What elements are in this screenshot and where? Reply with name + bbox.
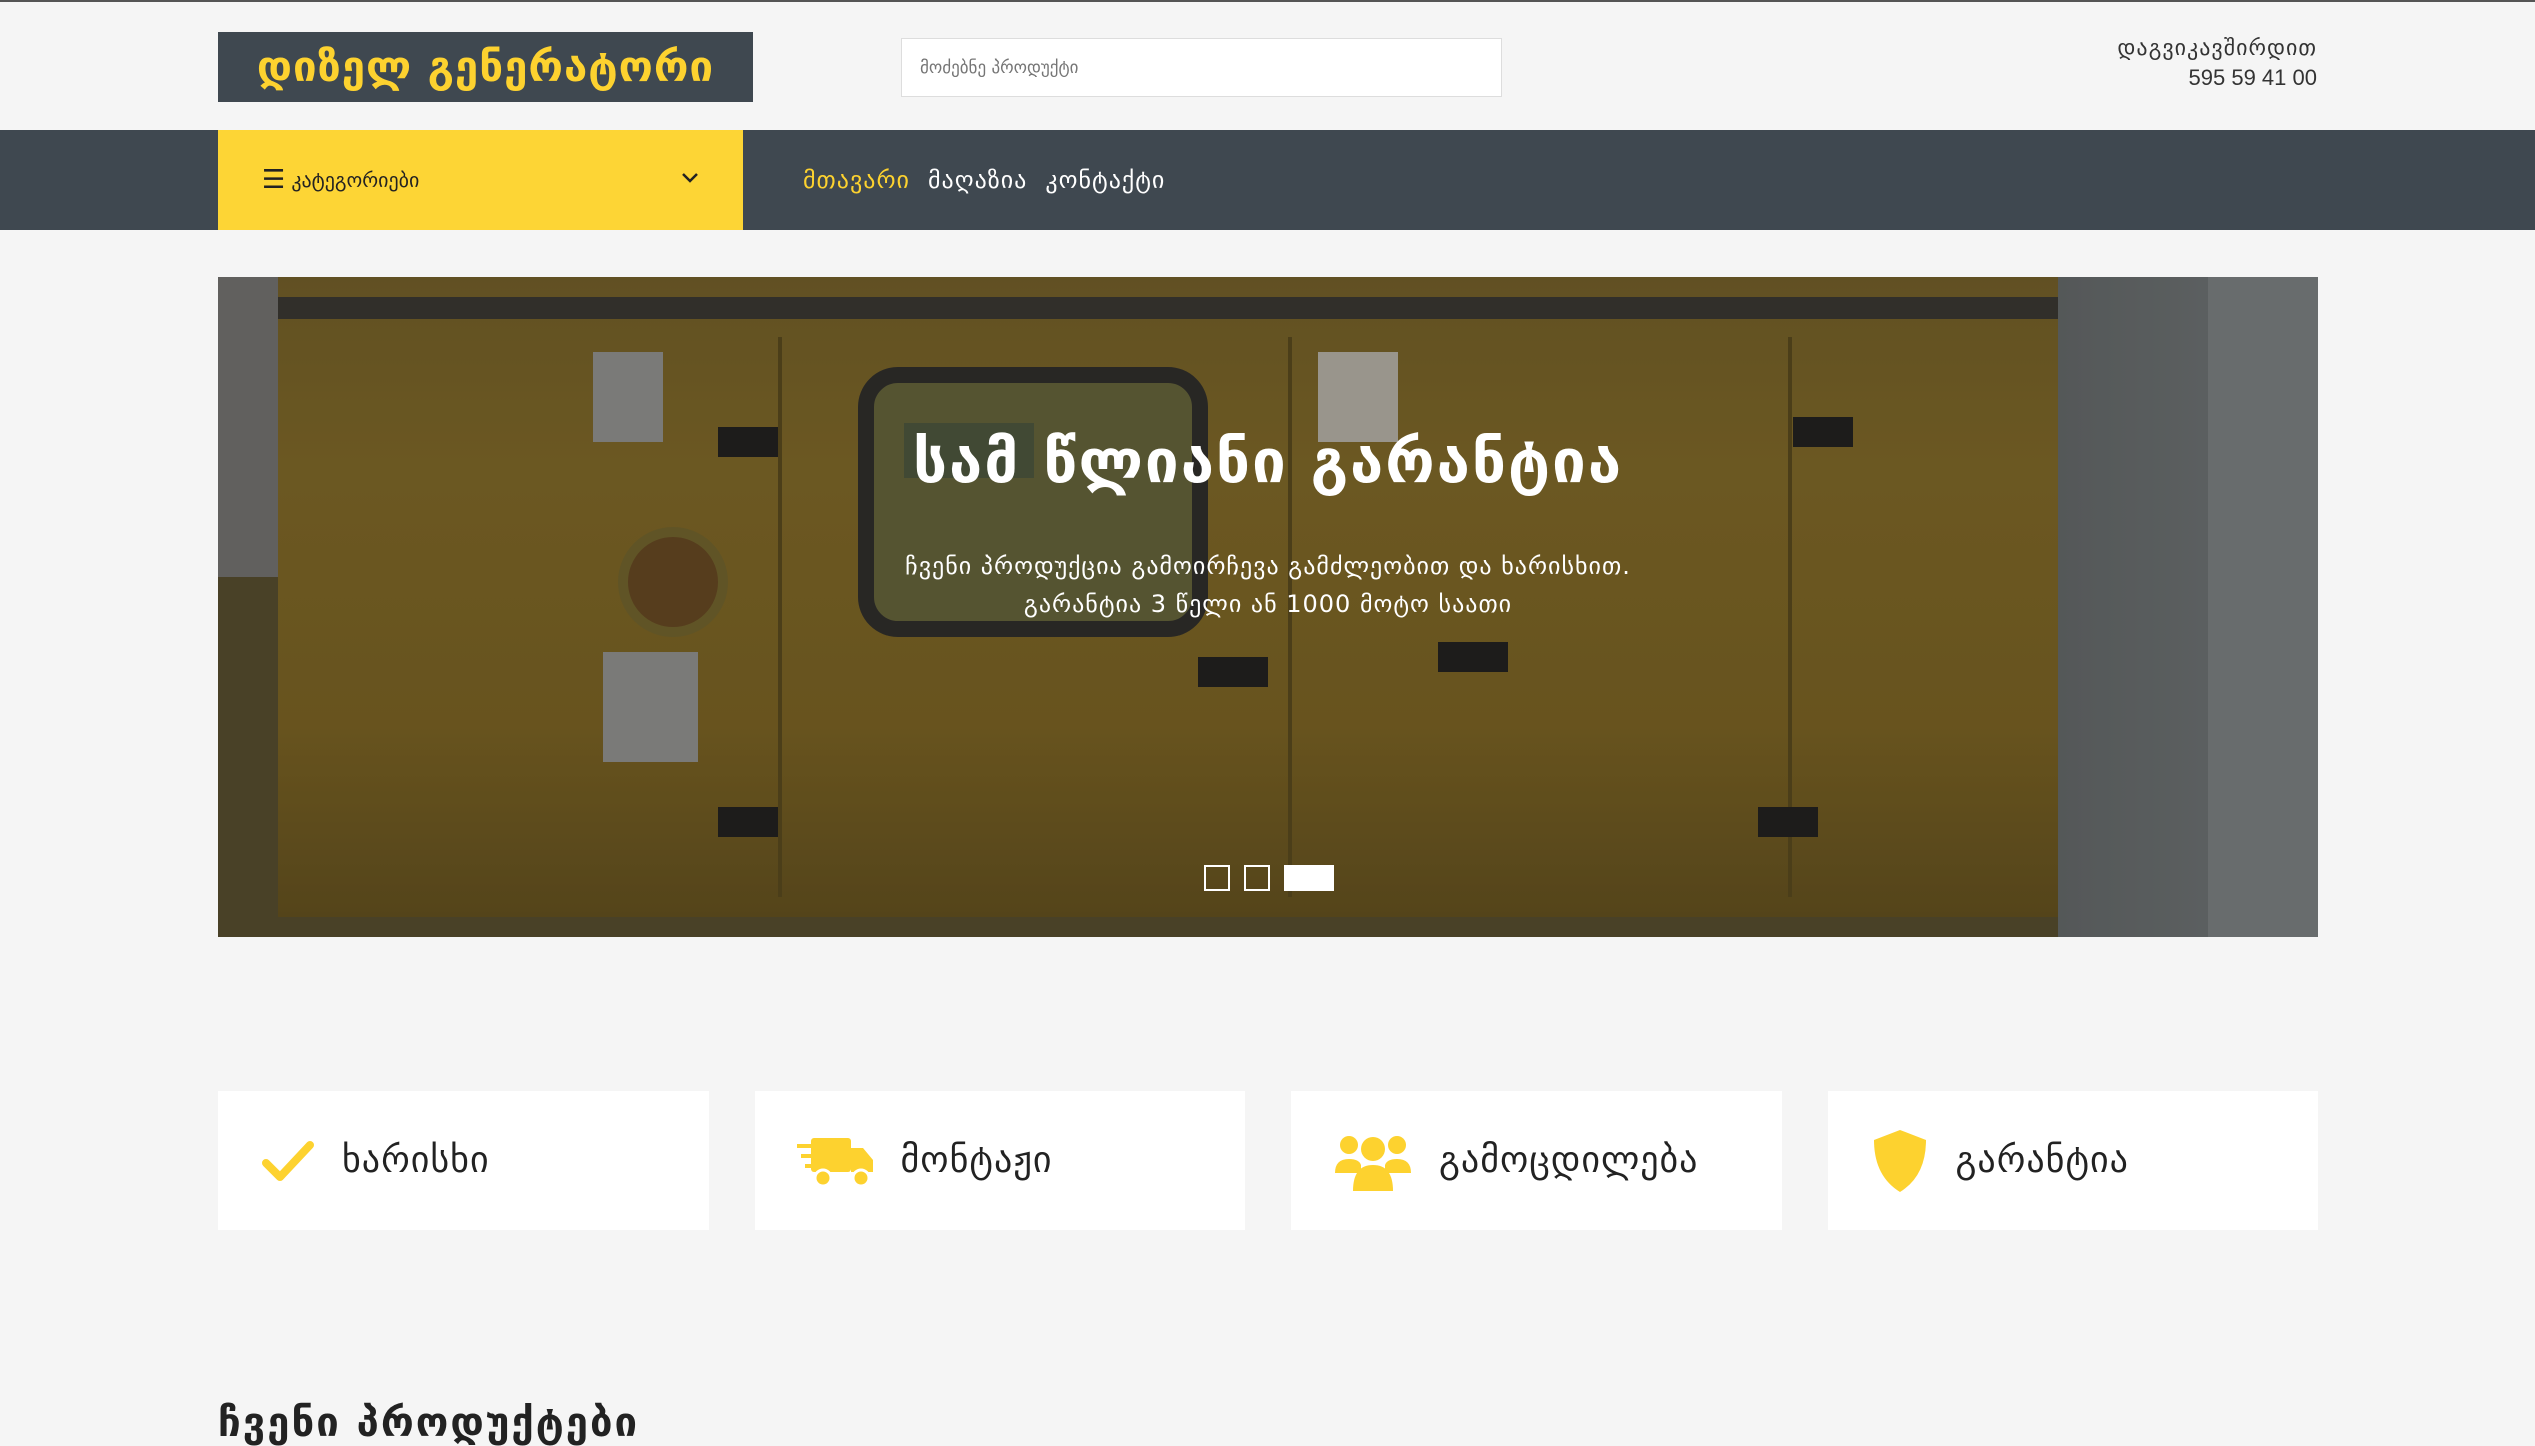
hero-subtitle-line-1: ჩვენი პროდუქცია გამოირჩევა გამძლეობით და…: [905, 552, 1631, 580]
nav-link-shop[interactable]: მაღაზია: [928, 166, 1027, 194]
hero-title: სამ წლიანი გარანტია: [912, 427, 1624, 497]
site-logo[interactable]: დიზელ გენერატორი: [218, 32, 753, 102]
delivery-truck-icon: [796, 1137, 873, 1187]
search-input[interactable]: [901, 38, 1502, 97]
users-group-icon: [1335, 1135, 1411, 1191]
feature-label: მონტაჟი: [900, 1140, 1053, 1181]
categories-dropdown-button[interactable]: ☰ კატეგორიები: [218, 130, 743, 230]
hero-subtitle: ჩვენი პროდუქცია გამოირჩევა გამძლეობით და…: [218, 547, 2318, 623]
main-navbar: ☰ კატეგორიები მთავარი მაღაზია კონტაქტი: [0, 130, 2535, 230]
nav-link-contact[interactable]: კონტაქტი: [1045, 166, 1165, 194]
shield-icon: [1873, 1129, 1926, 1192]
features-row: ხარისხი მონტაჟი გამოცდილება გარანტია: [218, 1091, 2318, 1230]
feature-installation: მონტაჟი: [754, 1091, 1245, 1230]
slider-dot-3[interactable]: [1284, 865, 1334, 891]
chevron-down-icon: [681, 164, 699, 199]
hero-subtitle-line-2: გარანტია 3 წელი ან 1000 მოტო საათი: [1023, 590, 1513, 618]
feature-quality: ხარისხი: [218, 1091, 709, 1230]
feature-label: ხარისხი: [342, 1140, 490, 1181]
hero-slider[interactable]: სამ წლიანი გარანტია ჩვენი პროდუქცია გამო…: [218, 277, 2318, 937]
categories-label: კატეგორიები: [291, 168, 420, 192]
contact-phone[interactable]: 595 59 41 00: [2117, 65, 2317, 91]
slider-dots: [1204, 865, 1334, 891]
feature-experience: გამოცდილება: [1291, 1091, 1782, 1230]
feature-label: გარანტია: [1955, 1140, 2129, 1181]
contact-label: დაგვიკავშირდით: [2117, 36, 2317, 61]
slider-dot-2[interactable]: [1244, 865, 1270, 891]
slider-dot-1[interactable]: [1204, 865, 1230, 891]
checkmark-icon: [262, 1140, 314, 1181]
feature-warranty: გარანტია: [1827, 1091, 2318, 1230]
nav-link-home[interactable]: მთავარი: [803, 166, 910, 194]
nav-links: მთავარი მაღაზია კონტაქტი: [803, 130, 1165, 230]
feature-label: გამოცდილება: [1439, 1140, 1699, 1181]
products-section-title: ჩვენი პროდუქტები: [218, 1400, 640, 1446]
hamburger-menu-icon: ☰: [262, 165, 286, 195]
contact-block: დაგვიკავშირდით 595 59 41 00: [2117, 36, 2317, 91]
site-header: დიზელ გენერატორი დაგვიკავშირდით 595 59 4…: [0, 2, 2535, 130]
